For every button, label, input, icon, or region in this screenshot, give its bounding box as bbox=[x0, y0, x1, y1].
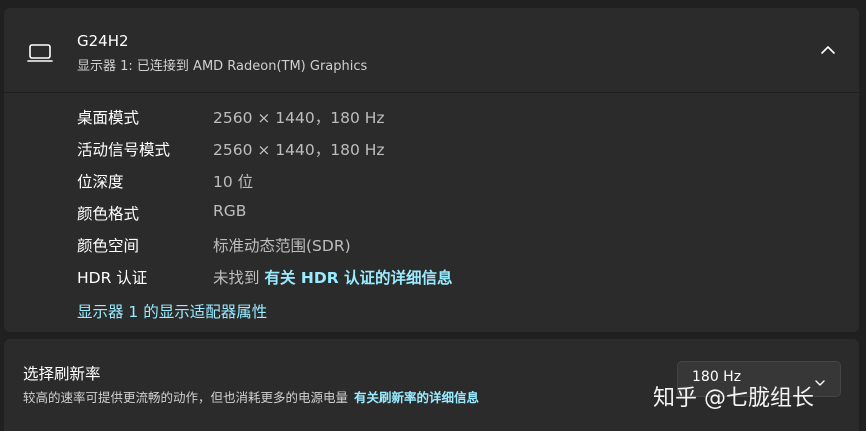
info-value: 未找到 有关 HDR 认证的详细信息 bbox=[213, 266, 453, 288]
header-divider bbox=[4, 92, 859, 93]
refresh-rate-description: 较高的速率可提供更流畅的动作，但也消耗更多的电源电量 有关刷新率的详细信息 bbox=[23, 387, 479, 406]
info-label: 桌面模式 bbox=[77, 109, 140, 127]
info-value: 标准动态范围(SDR) bbox=[213, 237, 351, 255]
display-name: G24H2 bbox=[77, 32, 129, 50]
info-label: 位深度 bbox=[77, 173, 124, 191]
chevron-down-icon bbox=[814, 373, 826, 386]
chevron-up-icon[interactable] bbox=[819, 42, 837, 56]
info-label: HDR 认证 bbox=[77, 269, 148, 287]
refresh-rate-title: 选择刷新率 bbox=[23, 365, 101, 383]
hdr-details-link[interactable]: 有关 HDR 认证的详细信息 bbox=[264, 269, 452, 287]
info-label: 活动信号模式 bbox=[77, 141, 171, 159]
monitor-icon bbox=[27, 42, 53, 64]
info-value: 10 位 bbox=[213, 173, 254, 191]
refresh-rate-details-link[interactable]: 有关刷新率的详细信息 bbox=[354, 390, 479, 405]
info-value: 2560 × 1440，180 Hz bbox=[213, 141, 385, 159]
info-label: 颜色格式 bbox=[77, 205, 140, 223]
refresh-rate-description-text: 较高的速率可提供更流畅的动作，但也消耗更多的电源电量 bbox=[23, 390, 349, 405]
info-label: 颜色空间 bbox=[77, 237, 140, 255]
display-adapter-properties-link[interactable]: 显示器 1 的显示适配器属性 bbox=[77, 300, 267, 322]
hdr-value: 未找到 bbox=[213, 269, 260, 287]
display-connection-subtitle: 显示器 1: 已连接到 AMD Radeon(TM) Graphics bbox=[77, 59, 368, 74]
info-value: RGB bbox=[213, 202, 247, 220]
info-value: 2560 × 1440，180 Hz bbox=[213, 109, 385, 127]
watermark: 知乎 @七胧组长 bbox=[653, 386, 814, 411]
display-header[interactable]: G24H2 显示器 1: 已连接到 AMD Radeon(TM) Graphic… bbox=[4, 8, 859, 92]
display-info-card: G24H2 显示器 1: 已连接到 AMD Radeon(TM) Graphic… bbox=[4, 8, 859, 332]
